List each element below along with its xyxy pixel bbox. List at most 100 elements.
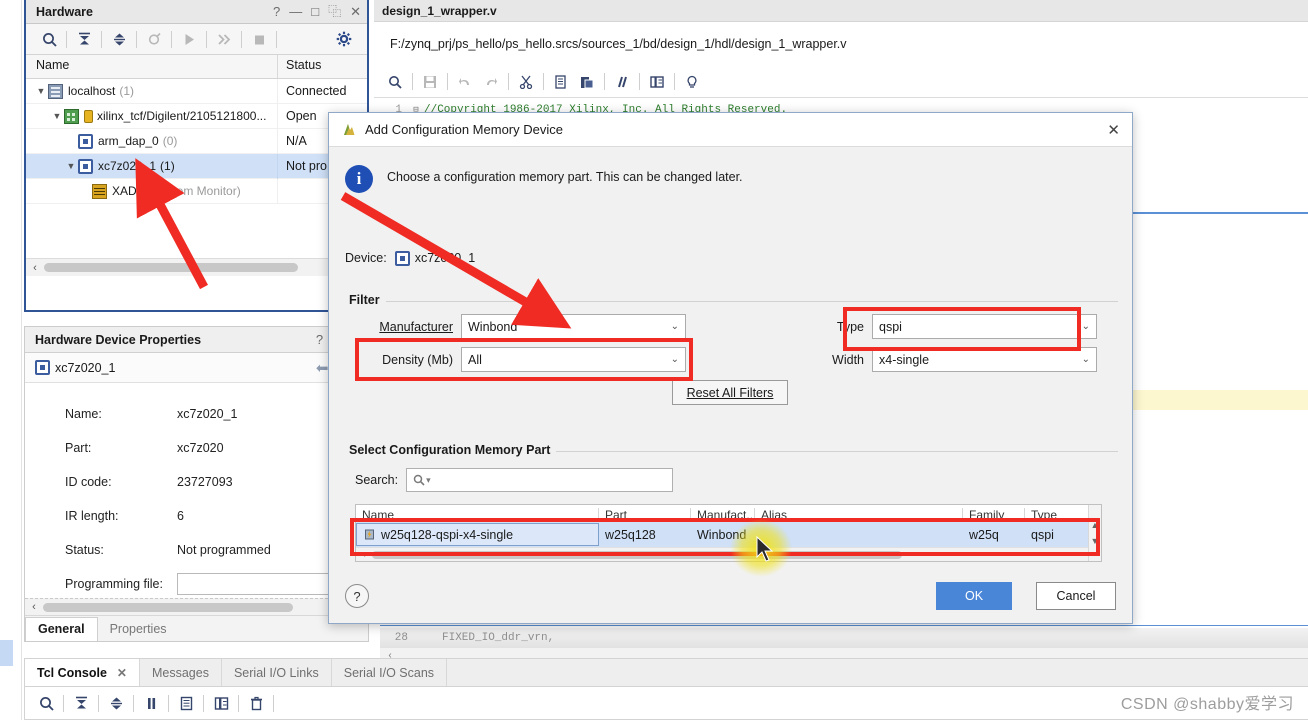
column-header-status[interactable]: Status: [278, 55, 367, 78]
refresh-icon[interactable]: [141, 27, 167, 51]
chevron-down-icon[interactable]: ⌄: [671, 321, 679, 332]
device-properties-tabs[interactable]: General Properties: [25, 615, 368, 641]
density-dropdown[interactable]: All ⌄: [461, 347, 686, 372]
step-icon[interactable]: [211, 27, 237, 51]
save-icon[interactable]: [417, 70, 443, 94]
column-header-part[interactable]: Part: [599, 508, 691, 522]
type-dropdown[interactable]: qspi ⌄: [872, 314, 1097, 339]
collapse-all-icon[interactable]: [68, 691, 94, 715]
table-row[interactable]: w25q128-qspi-x4-single w25q128 Winbond w…: [356, 522, 1101, 547]
device-properties-horizontal-scrollbar[interactable]: ‹: [25, 598, 368, 615]
chevron-down-icon[interactable]: ⌄: [1082, 321, 1090, 332]
close-icon[interactable]: ✕: [117, 666, 127, 680]
search-icon[interactable]: [413, 474, 425, 486]
tab-tcl-console[interactable]: Tcl Console ✕: [25, 659, 140, 686]
close-icon[interactable]: ✕: [1107, 121, 1120, 139]
columns-icon[interactable]: [208, 691, 234, 715]
tab-serial-io-links[interactable]: Serial I/O Links: [222, 659, 332, 686]
chevron-down-icon[interactable]: ⌄: [1082, 354, 1090, 365]
tree-row-xilinx-tcf[interactable]: ▼ xilinx_tcf/Digilent/2105121800... Open: [26, 103, 367, 129]
settings-gear-icon[interactable]: [331, 27, 357, 51]
tab-messages[interactable]: Messages: [140, 659, 222, 686]
paste-icon[interactable]: [574, 70, 600, 94]
help-icon[interactable]: ?: [273, 5, 280, 18]
property-row-part: Part: xc7z020: [25, 431, 368, 465]
manufacturer-dropdown[interactable]: Winbond ⌄: [461, 314, 686, 339]
tab-serial-io-scans[interactable]: Serial I/O Scans: [332, 659, 448, 686]
redo-icon[interactable]: [478, 70, 504, 94]
tab-properties[interactable]: Properties: [98, 618, 179, 641]
scrollbar-thumb[interactable]: [372, 550, 902, 559]
help-button[interactable]: ?: [345, 584, 369, 608]
run-icon[interactable]: [176, 27, 202, 51]
tree-row-xc7z020-1[interactable]: ▼ xc7z020_1 (1) Not pro: [26, 153, 367, 179]
stop-icon[interactable]: [246, 27, 272, 51]
undo-icon[interactable]: [452, 70, 478, 94]
tree-row-xadc[interactable]: XADC (System Monitor): [26, 178, 367, 204]
ok-button[interactable]: OK: [936, 582, 1012, 610]
toolbar-separator: [447, 73, 448, 90]
column-header-alias[interactable]: Alias: [755, 508, 963, 522]
hardware-toolbar[interactable]: [26, 24, 367, 55]
search-icon[interactable]: [36, 27, 62, 51]
copy-icon[interactable]: [548, 70, 574, 94]
console-toolbar[interactable]: [25, 687, 1308, 719]
reset-all-filters-button[interactable]: Reset All Filters: [672, 380, 788, 405]
scroll-left-arrow-icon[interactable]: ‹: [356, 549, 372, 560]
close-icon[interactable]: ✕: [350, 5, 361, 18]
maximize-icon[interactable]: □: [311, 5, 319, 18]
editor-toolbar[interactable]: [374, 66, 1308, 98]
scrollbar-thumb[interactable]: [44, 263, 298, 272]
collapse-all-icon[interactable]: [71, 27, 97, 51]
float-icon[interactable]: ⿻: [328, 5, 341, 18]
column-header-type[interactable]: Type: [1025, 508, 1089, 522]
bulb-icon[interactable]: [679, 70, 705, 94]
pause-icon[interactable]: [138, 691, 164, 715]
column-header-family[interactable]: Family: [963, 508, 1025, 522]
editor-tab-label[interactable]: design_1_wrapper.v: [382, 4, 497, 18]
parts-table[interactable]: Name Part Manufact... Alias Family Type …: [355, 504, 1102, 562]
copy-icon[interactable]: [173, 691, 199, 715]
column-header-name[interactable]: Name: [26, 55, 278, 78]
trash-icon[interactable]: [243, 691, 269, 715]
minimize-icon[interactable]: —: [289, 5, 302, 18]
editor-tab-bar[interactable]: design_1_wrapper.v: [374, 0, 1308, 22]
scroll-left-arrow-icon[interactable]: ‹: [26, 262, 44, 274]
toolbar-separator: [543, 73, 544, 90]
hardware-tree[interactable]: ▼ localhost (1) Connected ▼ xilinx_tcf/D…: [26, 78, 367, 276]
help-icon[interactable]: ?: [316, 333, 323, 346]
tab-general[interactable]: General: [25, 617, 98, 641]
cut-icon[interactable]: [513, 70, 539, 94]
cancel-button[interactable]: Cancel: [1036, 582, 1116, 610]
parts-table-vertical-scrollbar[interactable]: ▲ ▼: [1088, 505, 1101, 561]
search-icon[interactable]: [382, 70, 408, 94]
comment-icon[interactable]: [609, 70, 635, 94]
tree-row-arm-dap-0[interactable]: arm_dap_0 (0) N/A: [26, 128, 367, 154]
width-dropdown[interactable]: x4-single ⌄: [872, 347, 1097, 372]
scroll-left-arrow-icon[interactable]: ‹: [25, 601, 43, 613]
toolbar-separator: [508, 73, 509, 90]
chevron-down-icon[interactable]: ⌄: [671, 354, 679, 365]
column-header-name[interactable]: Name: [356, 508, 599, 522]
search-icon[interactable]: [33, 691, 59, 715]
console-tab-bar[interactable]: Tcl Console ✕ Messages Serial I/O Links …: [25, 659, 1308, 687]
parts-table-horizontal-scrollbar[interactable]: ‹ ›: [356, 547, 1101, 561]
indent-icon[interactable]: [644, 70, 670, 94]
chevron-down-icon[interactable]: ▾: [426, 475, 431, 486]
code-text: FIXED_IO_ddr_vrn,: [442, 632, 555, 644]
chevron-down-icon[interactable]: ▼: [34, 86, 48, 96]
column-header-manufacturer[interactable]: Manufact...: [691, 508, 755, 522]
scroll-down-arrow-icon[interactable]: ▼: [1091, 536, 1100, 546]
parts-table-header: Name Part Manufact... Alias Family Type: [356, 505, 1101, 522]
chevron-down-icon[interactable]: ▼: [64, 161, 78, 171]
chevron-down-icon[interactable]: ▼: [50, 111, 64, 121]
manufacturer-label: Manufacturer: [379, 319, 453, 334]
part-name-cell[interactable]: w25q128-qspi-x4-single: [356, 523, 599, 546]
expand-all-icon[interactable]: [106, 27, 132, 51]
hardware-horizontal-scrollbar[interactable]: ‹: [26, 258, 367, 276]
scrollbar-thumb[interactable]: [43, 602, 293, 612]
scroll-up-arrow-icon[interactable]: ▲: [1091, 520, 1100, 530]
expand-all-icon[interactable]: [103, 691, 129, 715]
tree-row-localhost[interactable]: ▼ localhost (1) Connected: [26, 78, 367, 104]
search-input[interactable]: ▾: [406, 468, 674, 492]
